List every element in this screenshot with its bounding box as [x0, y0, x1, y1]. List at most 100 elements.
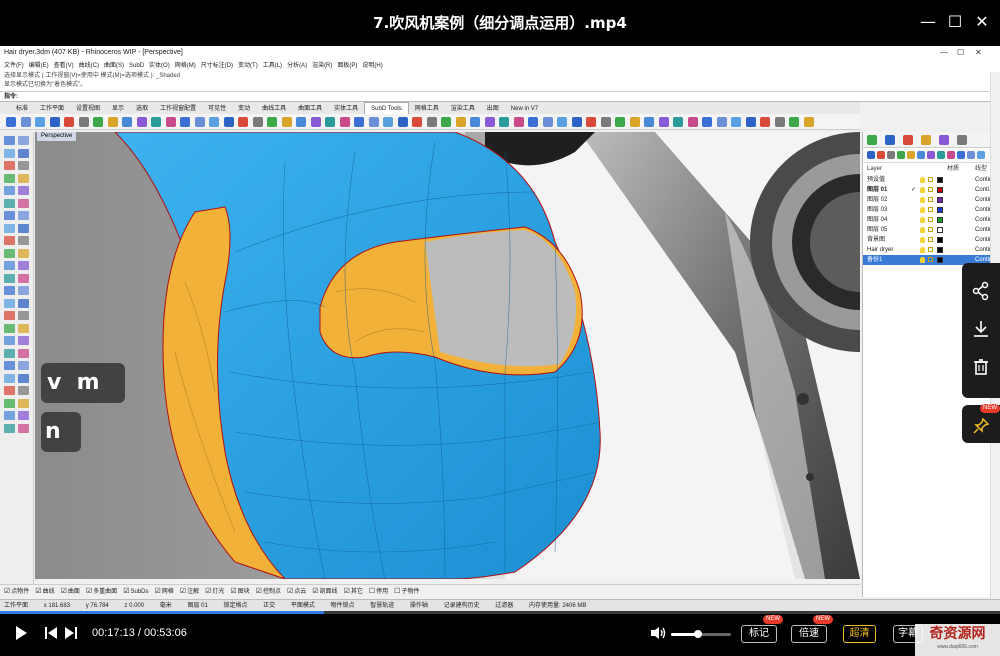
lock-icon[interactable]	[928, 247, 933, 252]
toolbar-tool-icon[interactable]	[615, 117, 625, 127]
toolbar-tool-icon[interactable]	[194, 117, 205, 127]
lock-icon[interactable]	[928, 217, 933, 222]
visibility-bulb-icon[interactable]	[920, 257, 925, 263]
menu-item[interactable]: 编辑(E)	[29, 63, 49, 69]
layer-row[interactable]: Hair dryer Contin...	[863, 245, 997, 255]
left-tool-icon[interactable]	[18, 273, 29, 283]
left-tool-icon[interactable]	[18, 161, 29, 170]
toolbar-tool-icon[interactable]	[571, 117, 582, 127]
lock-icon[interactable]	[928, 257, 933, 262]
toolbar-tool-icon[interactable]	[745, 117, 756, 127]
toolbar-tool-icon[interactable]	[238, 117, 248, 127]
left-tool-icon[interactable]	[4, 161, 15, 170]
toolbar-tool-icon[interactable]	[267, 117, 277, 127]
menu-item[interactable]: 变动(T)	[238, 63, 258, 69]
toolbar-tool-icon[interactable]	[223, 117, 234, 127]
toolbar-tool-icon[interactable]	[412, 117, 422, 127]
layer-tool-icon[interactable]	[907, 151, 915, 159]
toolbar-tool-icon[interactable]	[455, 117, 466, 127]
toolbar-tool-icon[interactable]	[165, 117, 176, 127]
menu-item[interactable]: 说明(H)	[362, 63, 382, 69]
toolbar-tool-icon[interactable]	[281, 117, 292, 127]
status-layer[interactable]: 图层 01	[187, 603, 207, 609]
lock-icon[interactable]	[928, 227, 933, 232]
left-tool-icon[interactable]	[18, 386, 29, 395]
layer-row[interactable]: 图层 03 Contin...	[863, 205, 997, 215]
left-tool-icon[interactable]	[18, 423, 29, 433]
toolbar-tool-icon[interactable]	[354, 117, 364, 127]
toolbar-tool-icon[interactable]	[78, 117, 89, 127]
toolbar-tool-icon[interactable]	[20, 117, 31, 127]
toolbar-tool-icon[interactable]	[470, 117, 480, 127]
left-tool-icon[interactable]	[18, 173, 29, 183]
left-tool-icon[interactable]	[4, 273, 15, 283]
osnap-checkbox[interactable]: 剖面线	[312, 589, 337, 595]
toolbar-tool-icon[interactable]	[658, 117, 669, 127]
toolbar-tool-icon[interactable]	[789, 117, 799, 127]
layer-tool-icon[interactable]	[927, 151, 935, 159]
left-tool-icon[interactable]	[18, 348, 29, 358]
delete-icon[interactable]	[971, 357, 991, 377]
left-tool-icon[interactable]	[4, 223, 15, 233]
lock-icon[interactable]	[928, 197, 933, 202]
layer-tool-icon[interactable]	[957, 151, 965, 159]
left-tool-icon[interactable]	[18, 336, 29, 345]
layer-tool-icon[interactable]	[867, 151, 875, 159]
osnap-checkbox[interactable]: 曲线	[35, 589, 54, 595]
status-planar[interactable]: 平面模式	[291, 603, 315, 609]
menu-item[interactable]: 查看(V)	[54, 63, 74, 69]
rhino-close-icon[interactable]: ✕	[975, 46, 982, 60]
menu-item[interactable]: 尺寸标注(D)	[201, 63, 233, 69]
mark-button[interactable]: 标记	[741, 625, 777, 643]
toolbar-tool-icon[interactable]	[151, 117, 161, 127]
toolbar-tool-icon[interactable]	[586, 117, 596, 127]
layer-color-swatch[interactable]	[937, 177, 943, 183]
left-tool-icon[interactable]	[4, 198, 15, 208]
menu-item[interactable]: 实体(O)	[149, 63, 170, 69]
download-icon[interactable]	[971, 319, 991, 339]
toolbar-tool-icon[interactable]	[368, 117, 379, 127]
speed-button[interactable]: 倍速	[791, 625, 827, 643]
layer-color-swatch[interactable]	[937, 217, 943, 223]
status-grid-snap[interactable]: 锁定格点	[223, 603, 247, 609]
menu-item[interactable]: 网格(M)	[175, 63, 196, 69]
layer-color-swatch[interactable]	[937, 257, 943, 263]
left-tool-icon[interactable]	[18, 361, 29, 370]
menu-item[interactable]: 曲面(S)	[104, 63, 124, 69]
left-tool-icon[interactable]	[18, 398, 29, 408]
status-filter[interactable]: 过滤器	[495, 603, 513, 609]
menu-item[interactable]: 面板(P)	[337, 63, 357, 69]
layer-color-swatch[interactable]	[937, 187, 943, 193]
osnap-checkbox[interactable]: 停用	[369, 589, 388, 595]
layer-tool-icon[interactable]	[877, 151, 885, 159]
osnap-checkbox[interactable]: 图块	[230, 589, 249, 595]
layer-row[interactable]: 图层 05 Contin...	[863, 225, 997, 235]
status-osnap[interactable]: 物件锁点	[331, 603, 355, 609]
toolbar-tool-icon[interactable]	[426, 117, 437, 127]
layer-tool-icon[interactable]	[937, 151, 945, 159]
osnap-checkbox[interactable]: SubDs	[123, 589, 148, 595]
layer-tool-icon[interactable]	[977, 151, 985, 159]
toolbar-tool-icon[interactable]	[687, 117, 698, 127]
menu-item[interactable]: 工具(L)	[263, 63, 282, 69]
left-tool-icon[interactable]	[4, 173, 15, 183]
left-tool-icon[interactable]	[4, 348, 15, 358]
toolbar-tool-icon[interactable]	[731, 117, 741, 127]
play-icon[interactable]	[14, 625, 28, 645]
layer-tool-icon[interactable]	[947, 151, 955, 159]
osnap-checkbox[interactable]: 点云	[287, 589, 306, 595]
layer-color-swatch[interactable]	[937, 237, 943, 243]
toolbar-tool-icon[interactable]	[484, 117, 495, 127]
left-tool-icon[interactable]	[18, 211, 29, 220]
progress-bar[interactable]	[0, 611, 1000, 614]
layer-tool-icon[interactable]	[967, 151, 975, 159]
toolbar-tool-icon[interactable]	[644, 117, 654, 127]
toolbar-tool-icon[interactable]	[107, 117, 118, 127]
toolbar-tool-icon[interactable]	[136, 117, 147, 127]
toolbar-tool-icon[interactable]	[310, 117, 321, 127]
left-tool-icon[interactable]	[4, 386, 15, 395]
share-icon[interactable]	[971, 281, 991, 301]
left-tool-icon[interactable]	[18, 198, 29, 208]
visibility-bulb-icon[interactable]	[920, 237, 925, 243]
status-cplane[interactable]: 工作平面	[4, 603, 28, 609]
